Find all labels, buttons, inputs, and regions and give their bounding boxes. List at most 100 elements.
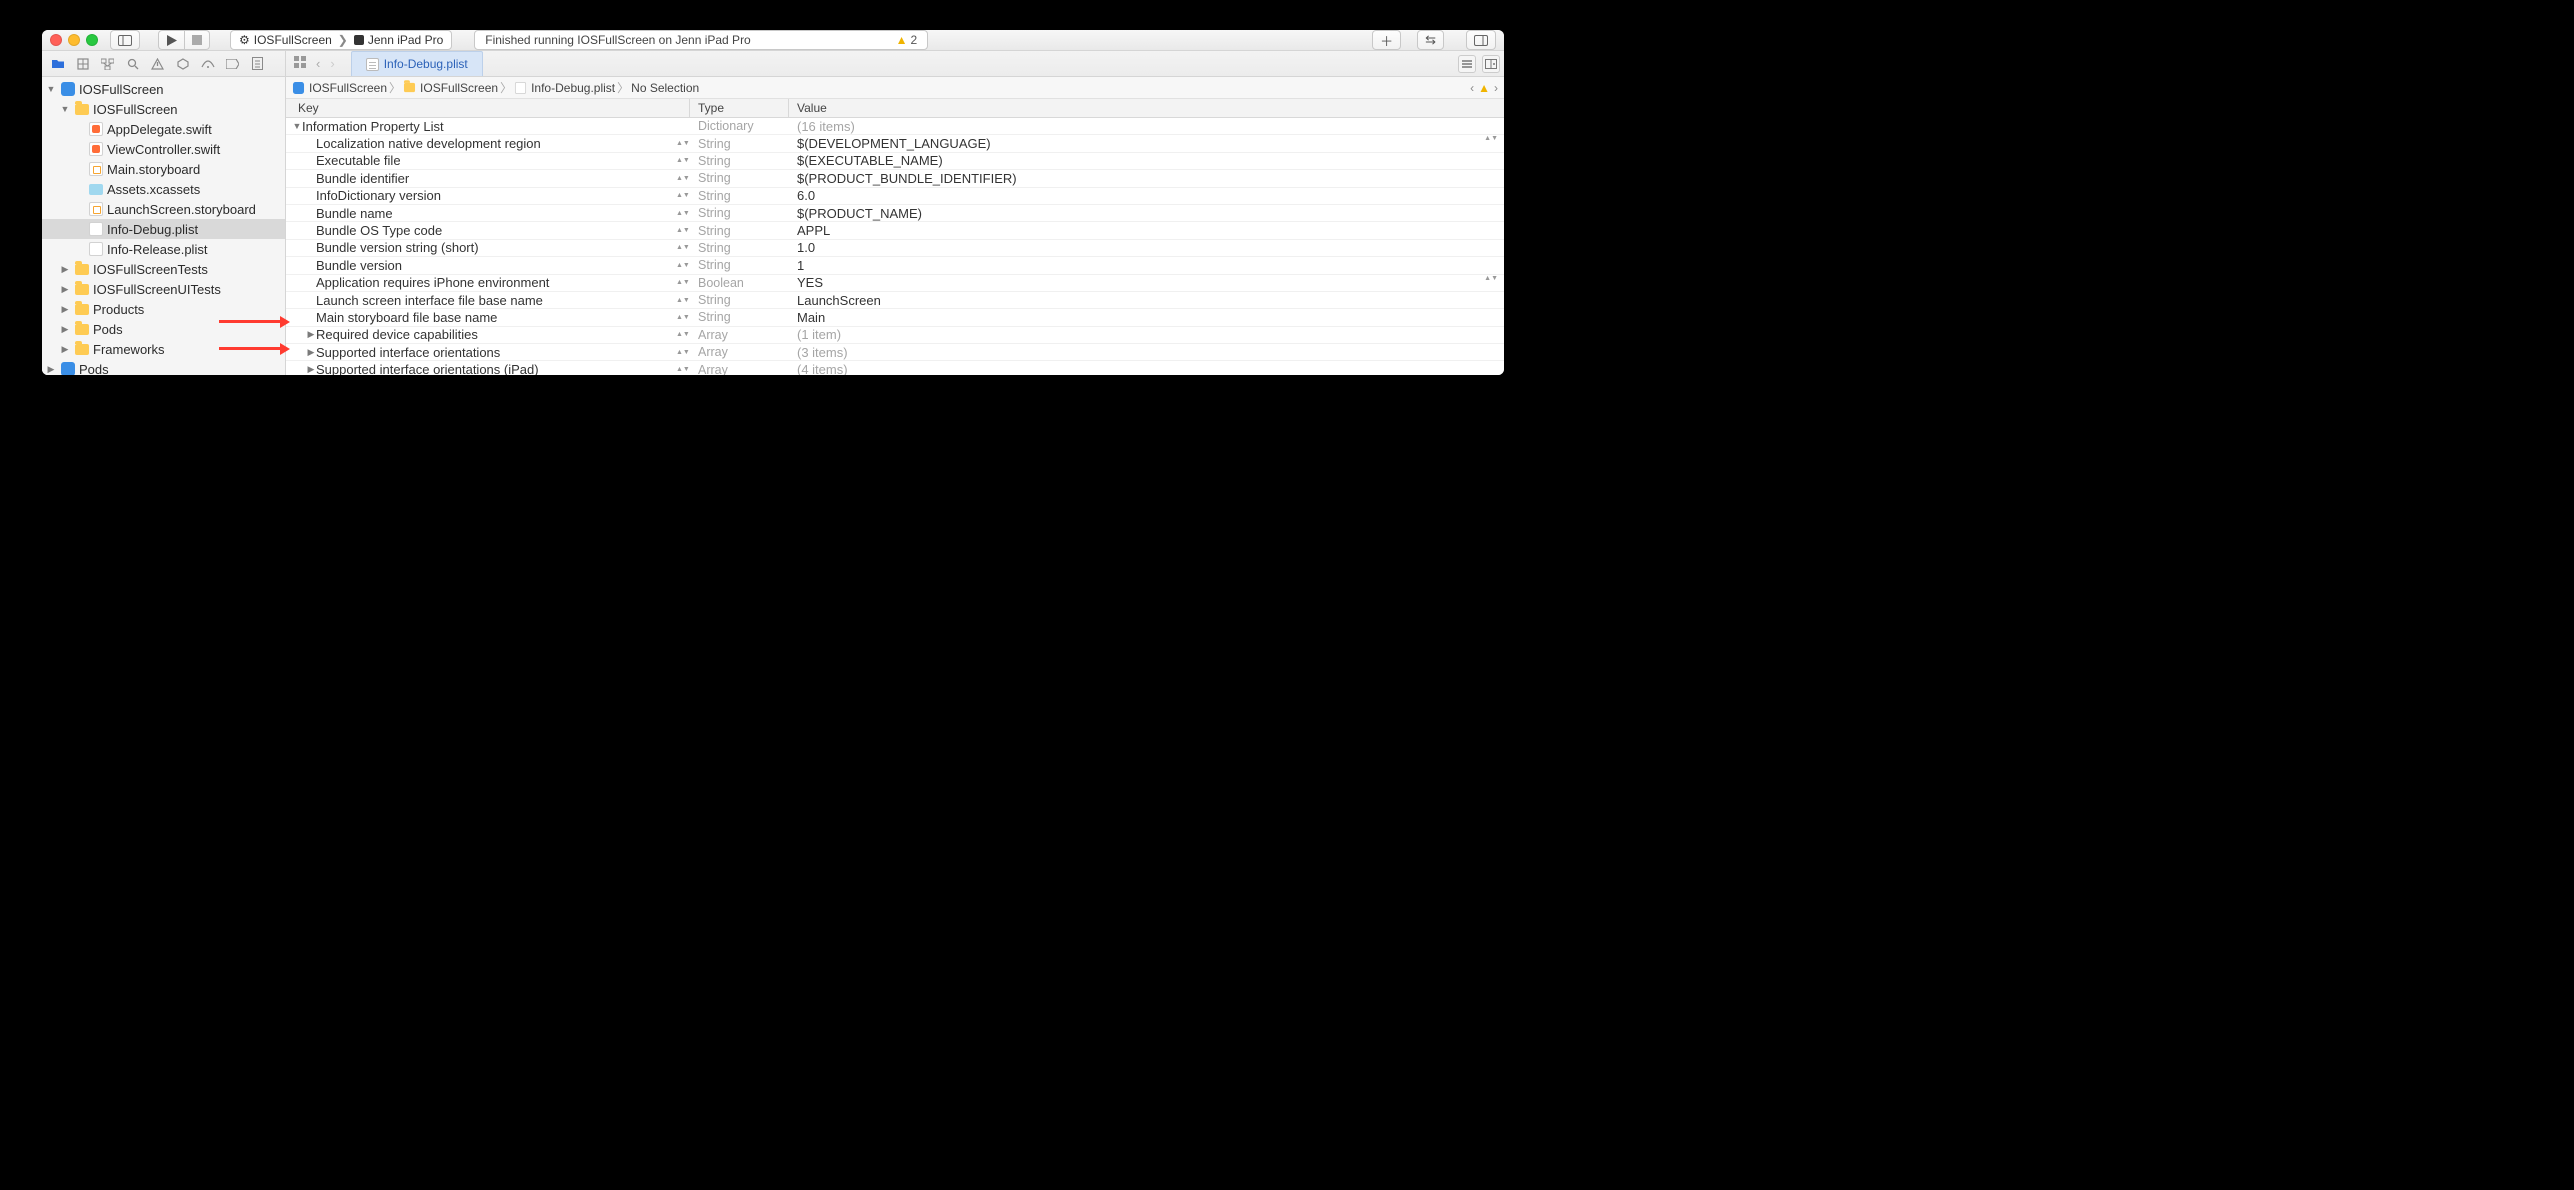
key-stepper-icon[interactable]: ▲▼ [676, 311, 686, 323]
source-control-navigator-icon[interactable] [75, 56, 90, 71]
scheme-device: Jenn iPad Pro [368, 33, 443, 47]
tree-group-tests[interactable]: ▶IOSFullScreenTests [42, 259, 285, 279]
toggle-navigator-button[interactable] [110, 30, 140, 50]
file-tree[interactable]: ▼IOSFullScreen ▼IOSFullScreen AppDelegat… [42, 77, 285, 375]
annotation-arrow [219, 347, 286, 350]
debug-navigator-icon[interactable] [200, 56, 215, 71]
key-stepper-icon[interactable]: ▲▼ [676, 207, 686, 219]
library-add-button[interactable]: ＋ [1372, 30, 1401, 50]
navigator-tabstrip: ‹ › Info-Debug.plist [42, 51, 1504, 77]
plist-row-root[interactable]: ▼Information Property List Dictionary (1… [286, 118, 1504, 135]
project-navigator-icon[interactable] [50, 56, 65, 71]
add-editor-icon[interactable] [1482, 55, 1500, 73]
find-navigator-icon[interactable] [125, 56, 140, 71]
key-stepper-icon[interactable]: ▲▼ [676, 242, 686, 254]
scheme-selector[interactable]: ⚙︎ IOSFullScreen ❯ Jenn iPad Pro [230, 30, 452, 50]
plist-row[interactable]: Launch screen interface file base name▲▼… [286, 292, 1504, 309]
plist-row[interactable]: Bundle version▲▼String1 [286, 257, 1504, 274]
tree-file-launchscreen[interactable]: LaunchScreen.storyboard [42, 199, 285, 219]
plist-row[interactable]: Bundle identifier▲▼String$(PRODUCT_BUNDL… [286, 170, 1504, 187]
code-review-button[interactable]: ⇆ [1417, 30, 1444, 50]
issues-badge[interactable]: ▲ 2 [896, 33, 918, 47]
key-stepper-icon[interactable]: ▲▼ [676, 190, 686, 202]
key-stepper-icon[interactable]: ▲▼ [676, 225, 686, 237]
plist-rows: ▼Information Property List Dictionary (1… [286, 118, 1504, 375]
plist-row[interactable]: Localization native development region▲▼… [286, 135, 1504, 152]
plist-row[interactable]: Application requires iPhone environment▲… [286, 275, 1504, 292]
plist-row[interactable]: InfoDictionary version▲▼String6.0 [286, 188, 1504, 205]
stop-button[interactable] [185, 30, 210, 50]
minimize-window-button[interactable] [68, 34, 80, 46]
key-stepper-icon[interactable]: ▲▼ [676, 138, 686, 150]
editor-options-icon[interactable] [1458, 55, 1476, 73]
tree-file-infodebug[interactable]: Info-Debug.plist [42, 219, 285, 239]
plist-row[interactable]: Bundle name▲▼String$(PRODUCT_NAME) [286, 205, 1504, 222]
run-button[interactable] [158, 30, 185, 50]
value-stepper-icon[interactable]: ▲▼ [1484, 276, 1498, 281]
bc-next-icon[interactable]: › [1494, 81, 1498, 95]
bc-project[interactable]: IOSFullScreen [309, 81, 387, 95]
value-stepper-icon[interactable]: ▲▼ [1484, 136, 1498, 141]
history-back-button[interactable]: ‹ [312, 56, 324, 71]
key-stepper-icon[interactable]: ▲▼ [676, 277, 686, 289]
scheme-target: IOSFullScreen [254, 33, 332, 47]
window-controls [50, 34, 98, 46]
toggle-inspectors-button[interactable] [1466, 30, 1496, 50]
plist-row[interactable]: Bundle OS Type code▲▼StringAPPL [286, 222, 1504, 239]
plist-row[interactable]: ▶Supported interface orientations▲▼Array… [286, 344, 1504, 361]
bc-tail[interactable]: No Selection [631, 81, 699, 95]
report-navigator-icon[interactable] [250, 56, 265, 71]
tree-project[interactable]: ▼IOSFullScreen [42, 79, 285, 99]
bc-file[interactable]: Info-Debug.plist [531, 81, 615, 95]
key-stepper-icon[interactable]: ▲▼ [676, 364, 686, 375]
plist-row[interactable]: Main storyboard file base name▲▼StringMa… [286, 309, 1504, 326]
breakpoint-navigator-icon[interactable] [225, 56, 240, 71]
plist-row[interactable]: Executable file▲▼String$(EXECUTABLE_NAME… [286, 153, 1504, 170]
tree-file-inforelease[interactable]: Info-Release.plist [42, 239, 285, 259]
plist-row[interactable]: ▶Supported interface orientations (iPad)… [286, 361, 1504, 375]
key-stepper-icon[interactable]: ▲▼ [676, 259, 686, 271]
tree-group-products[interactable]: ▶Products [42, 299, 285, 319]
titlebar: ⚙︎ IOSFullScreen ❯ Jenn iPad Pro Finishe… [42, 30, 1504, 51]
jump-bar[interactable]: IOSFullScreen 〉 IOSFullScreen 〉 Info-Deb… [286, 77, 1504, 99]
tab-info-debug[interactable]: Info-Debug.plist [351, 51, 483, 76]
warn-count: 2 [910, 33, 917, 47]
annotation-arrow [219, 320, 286, 323]
col-value[interactable]: Value [789, 99, 1504, 117]
tree-file-viewcontroller[interactable]: ViewController.swift [42, 139, 285, 159]
key-stepper-icon[interactable]: ▲▼ [676, 346, 686, 358]
key-stepper-icon[interactable]: ▲▼ [676, 172, 686, 184]
key-stepper-icon[interactable]: ▲▼ [676, 155, 686, 167]
tree-file-mainstoryboard[interactable]: Main.storyboard [42, 159, 285, 179]
symbol-navigator-icon[interactable] [100, 56, 115, 71]
plist-row[interactable]: ▶Required device capabilities▲▼Array(1 i… [286, 327, 1504, 344]
test-navigator-icon[interactable] [175, 56, 190, 71]
related-items-icon[interactable] [290, 56, 310, 71]
col-type[interactable]: Type [690, 99, 789, 117]
key-stepper-icon[interactable]: ▲▼ [676, 329, 686, 341]
plist-header: Key Type Value [286, 99, 1504, 118]
tree-file-assets[interactable]: Assets.xcassets [42, 179, 285, 199]
main-split: ▼IOSFullScreen ▼IOSFullScreen AppDelegat… [42, 77, 1504, 375]
bc-group[interactable]: IOSFullScreen [420, 81, 498, 95]
col-key[interactable]: Key [286, 99, 690, 117]
editor-tabbar: ‹ › Info-Debug.plist [286, 51, 1504, 76]
tree-project-pods[interactable]: ▶Pods [42, 359, 285, 375]
tree-file-appdelegate[interactable]: AppDelegate.swift [42, 119, 285, 139]
zoom-window-button[interactable] [86, 34, 98, 46]
bc-issue-icon[interactable]: ▲ [1478, 81, 1490, 95]
tree-group-uitests[interactable]: ▶IOSFullScreenUITests [42, 279, 285, 299]
tree-group-app[interactable]: ▼IOSFullScreen [42, 99, 285, 119]
key-stepper-icon[interactable]: ▲▼ [676, 294, 686, 306]
plist-file-icon [366, 58, 379, 71]
activity-status[interactable]: Finished running IOSFullScreen on Jenn i… [474, 30, 928, 50]
plist-row[interactable]: Bundle version string (short)▲▼String1.0 [286, 240, 1504, 257]
warning-icon: ▲ [896, 33, 908, 47]
chevron-right-icon: ❯ [336, 33, 350, 47]
close-window-button[interactable] [50, 34, 62, 46]
status-text: Finished running IOSFullScreen on Jenn i… [485, 33, 750, 47]
bc-prev-icon[interactable]: ‹ [1470, 81, 1474, 95]
history-forward-button[interactable]: › [326, 56, 338, 71]
tab-label: Info-Debug.plist [384, 57, 468, 71]
issue-navigator-icon[interactable] [150, 56, 165, 71]
